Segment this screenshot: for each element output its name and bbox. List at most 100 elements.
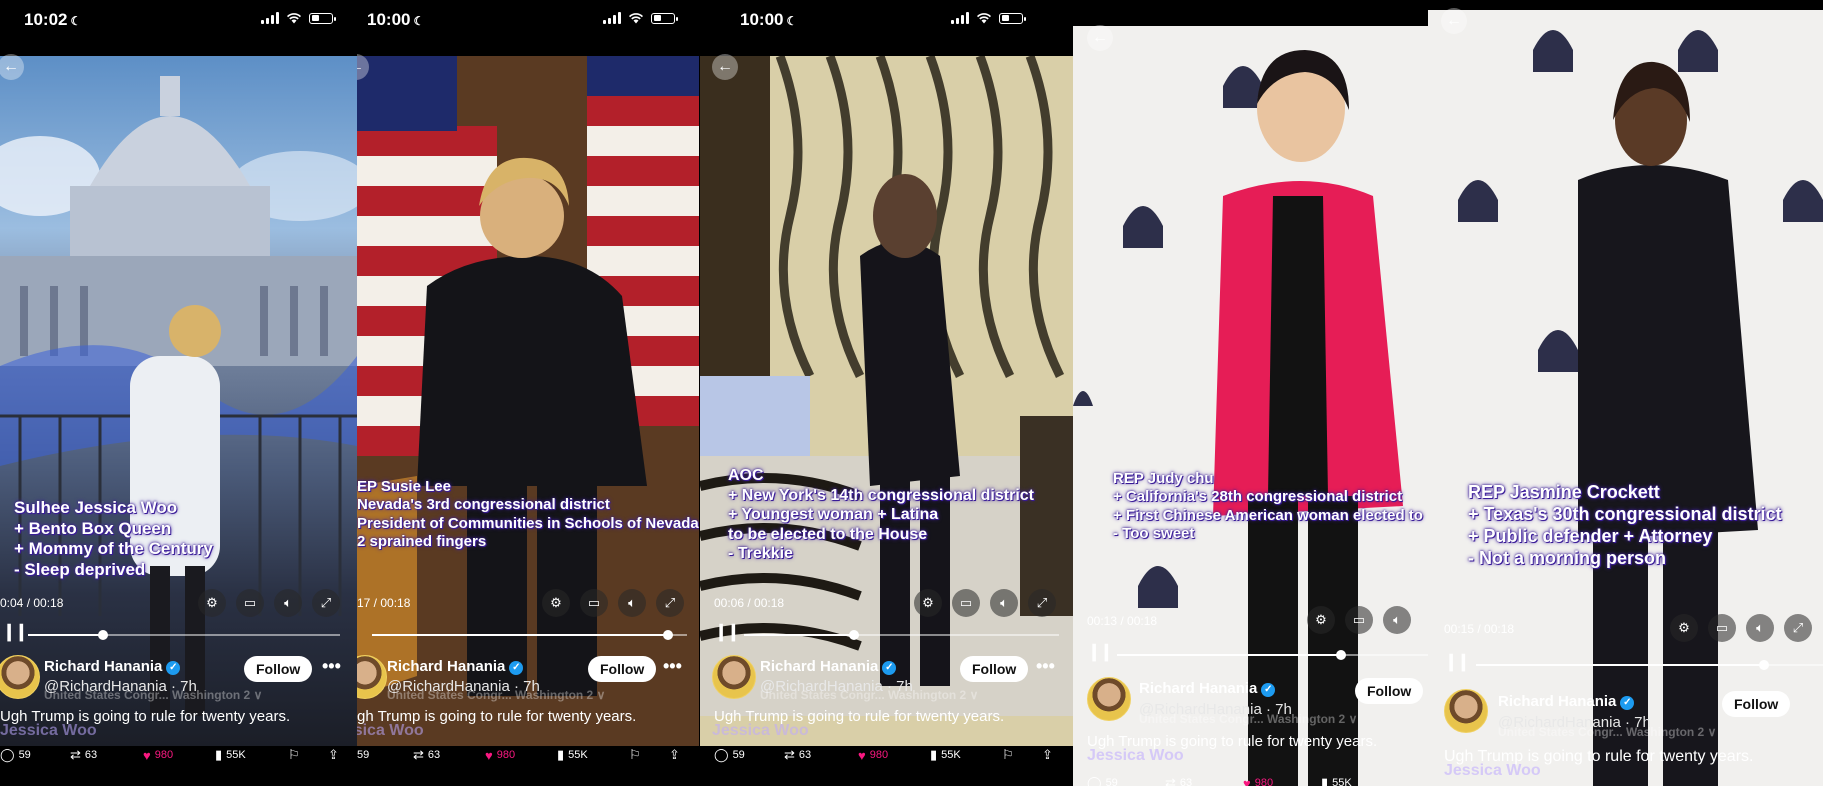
volume-icon[interactable]: 🔈︎	[1746, 614, 1774, 642]
status-time: 10:02 ☾	[24, 10, 82, 29]
reply-button[interactable]: ◯ 59	[1087, 775, 1118, 786]
author-name[interactable]: Richard Hanania ✓	[1139, 680, 1276, 697]
bookmark-button[interactable]: ⚐	[288, 747, 300, 763]
repost-icon: ⇄	[784, 747, 795, 762]
volume-icon[interactable]: 🔈︎	[990, 589, 1018, 617]
airplay-icon[interactable]: ▭	[952, 589, 980, 617]
views-button[interactable]: ▮ 55K	[557, 747, 588, 763]
settings-gear-icon[interactable]: ⚙	[542, 589, 570, 617]
share-button[interactable]: ⇪	[1042, 747, 1053, 763]
video-progress-bar[interactable]	[1476, 660, 1823, 670]
video-progress-bar[interactable]	[744, 630, 1059, 640]
pause-icon[interactable]: ❙❙	[1444, 652, 1470, 672]
playback-time: 0:04 / 00:18	[0, 596, 64, 610]
author-name[interactable]: Richard Hanania ✓	[1498, 693, 1635, 710]
follow-button[interactable]: Follow	[1722, 691, 1791, 717]
signal-icon	[261, 12, 279, 24]
avatar[interactable]	[1444, 689, 1488, 733]
views-chart-icon: ▮	[557, 747, 565, 762]
more-options-icon[interactable]: •••	[322, 656, 341, 677]
video-caption: Sulhee Jessica Woo + Bento Box Queen + M…	[14, 498, 213, 580]
volume-icon[interactable]: 🔈︎	[1383, 606, 1411, 634]
views-button[interactable]: ▮ 55K	[930, 747, 961, 763]
author-name[interactable]: Richard Hanania ✓	[44, 658, 181, 675]
repost-button[interactable]: ⇄ 63	[413, 747, 440, 763]
fullscreen-icon[interactable]: ⤢	[656, 589, 684, 617]
more-options-icon[interactable]: •••	[1036, 656, 1055, 677]
like-button[interactable]: ♥ 980	[1243, 776, 1273, 786]
ghost-caption-name: Jessica Woo	[0, 722, 97, 739]
like-button[interactable]: ♥ 980	[485, 748, 515, 763]
share-icon: ⇪	[669, 747, 680, 762]
follow-button[interactable]: Follow	[244, 656, 313, 682]
volume-icon[interactable]: 🔈︎	[274, 589, 302, 617]
avatar[interactable]	[712, 655, 756, 699]
playback-time: 00:15 / 00:18	[1444, 622, 1515, 636]
fullscreen-icon[interactable]: ⤢	[1784, 614, 1812, 642]
wifi-icon	[977, 13, 991, 24]
repost-button[interactable]: ⇄ 63	[784, 747, 811, 763]
reply-button[interactable]: ◯ 59	[0, 747, 31, 763]
wifi-icon	[629, 13, 643, 24]
reply-button[interactable]: 59	[357, 749, 369, 761]
video-progress-bar[interactable]	[372, 630, 687, 640]
back-arrow-icon[interactable]: ←	[712, 54, 738, 80]
author-name[interactable]: Richard Hanania ✓	[760, 658, 897, 675]
ghost-location-line: United States Congr... Washington 2 ∨	[1139, 712, 1358, 726]
views-button[interactable]: ▮ 55K	[215, 747, 246, 763]
video-progress-bar[interactable]	[28, 630, 340, 640]
back-arrow-icon[interactable]: ←	[1441, 8, 1467, 34]
video-panel-3: 10:00 ☾ ← AOC + New York's 14th congressi…	[700, 0, 1073, 786]
reply-icon: ◯	[0, 747, 15, 762]
signal-icon	[603, 12, 621, 24]
airplay-icon[interactable]: ▭	[580, 589, 608, 617]
status-icons	[951, 12, 1026, 24]
airplay-icon[interactable]: ▭	[236, 589, 264, 617]
like-button[interactable]: ♥ 980	[858, 748, 888, 763]
settings-gear-icon[interactable]: ⚙	[914, 589, 942, 617]
pause-icon[interactable]: ❙❙	[2, 622, 28, 642]
repost-button[interactable]: ⇄ 63	[1165, 775, 1192, 786]
pause-icon[interactable]: ❙❙	[1087, 642, 1113, 662]
video-caption: REP Judy chu + California's 28th congres…	[1113, 470, 1423, 542]
airplay-icon[interactable]: ▭	[1345, 606, 1373, 634]
views-button[interactable]: ▮ 55K	[1321, 775, 1352, 786]
battery-icon	[651, 12, 678, 24]
pause-icon[interactable]: ❙❙	[714, 622, 740, 642]
settings-gear-icon[interactable]: ⚙	[1670, 614, 1698, 642]
video-frame[interactable]	[357, 56, 699, 746]
bookmark-button[interactable]: ⚐	[1002, 747, 1014, 763]
tweet-actions: ◯ 59 ⇄ 63 ♥ 980 ▮ 55K	[1073, 770, 1428, 786]
share-button[interactable]: ⇪	[669, 747, 680, 763]
fullscreen-icon[interactable]: ⤢	[312, 589, 340, 617]
follow-button[interactable]: Follow	[1355, 678, 1424, 704]
repost-button[interactable]: ⇄ 63	[70, 747, 97, 763]
playback-time: 00:13 / 00:18	[1087, 614, 1158, 628]
settings-gear-icon[interactable]: ⚙	[1307, 606, 1335, 634]
follow-button[interactable]: Follow	[960, 656, 1029, 682]
views-chart-icon: ▮	[1321, 775, 1329, 786]
fullscreen-icon[interactable]: ⤢	[1028, 589, 1056, 617]
airplay-icon[interactable]: ▭	[1708, 614, 1736, 642]
back-arrow-icon[interactable]: ←	[1087, 25, 1113, 51]
author-name[interactable]: Richard Hanania ✓	[387, 658, 524, 675]
settings-gear-icon[interactable]: ⚙	[198, 589, 226, 617]
bookmark-icon: ⚐	[288, 747, 300, 762]
zebra-room-scene	[700, 56, 1073, 746]
video-frame[interactable]	[1073, 26, 1428, 786]
video-frame[interactable]	[700, 56, 1073, 746]
share-button[interactable]: ⇪	[328, 747, 339, 763]
like-button[interactable]: ♥ 980	[143, 748, 173, 763]
video-frame[interactable]	[0, 56, 357, 746]
video-progress-bar[interactable]	[1117, 650, 1428, 660]
wifi-icon	[287, 13, 301, 24]
follow-button[interactable]: Follow	[588, 656, 657, 682]
views-chart-icon: ▮	[930, 747, 938, 762]
volume-icon[interactable]: 🔈︎	[618, 589, 646, 617]
reply-button[interactable]: ◯ 59	[714, 747, 745, 763]
avatar[interactable]	[1087, 677, 1131, 721]
video-caption: AOC + New York's 14th congressional dist…	[728, 467, 1034, 563]
reply-icon: ◯	[714, 747, 729, 762]
more-options-icon[interactable]: •••	[663, 656, 682, 677]
bookmark-button[interactable]: ⚐	[629, 747, 641, 763]
